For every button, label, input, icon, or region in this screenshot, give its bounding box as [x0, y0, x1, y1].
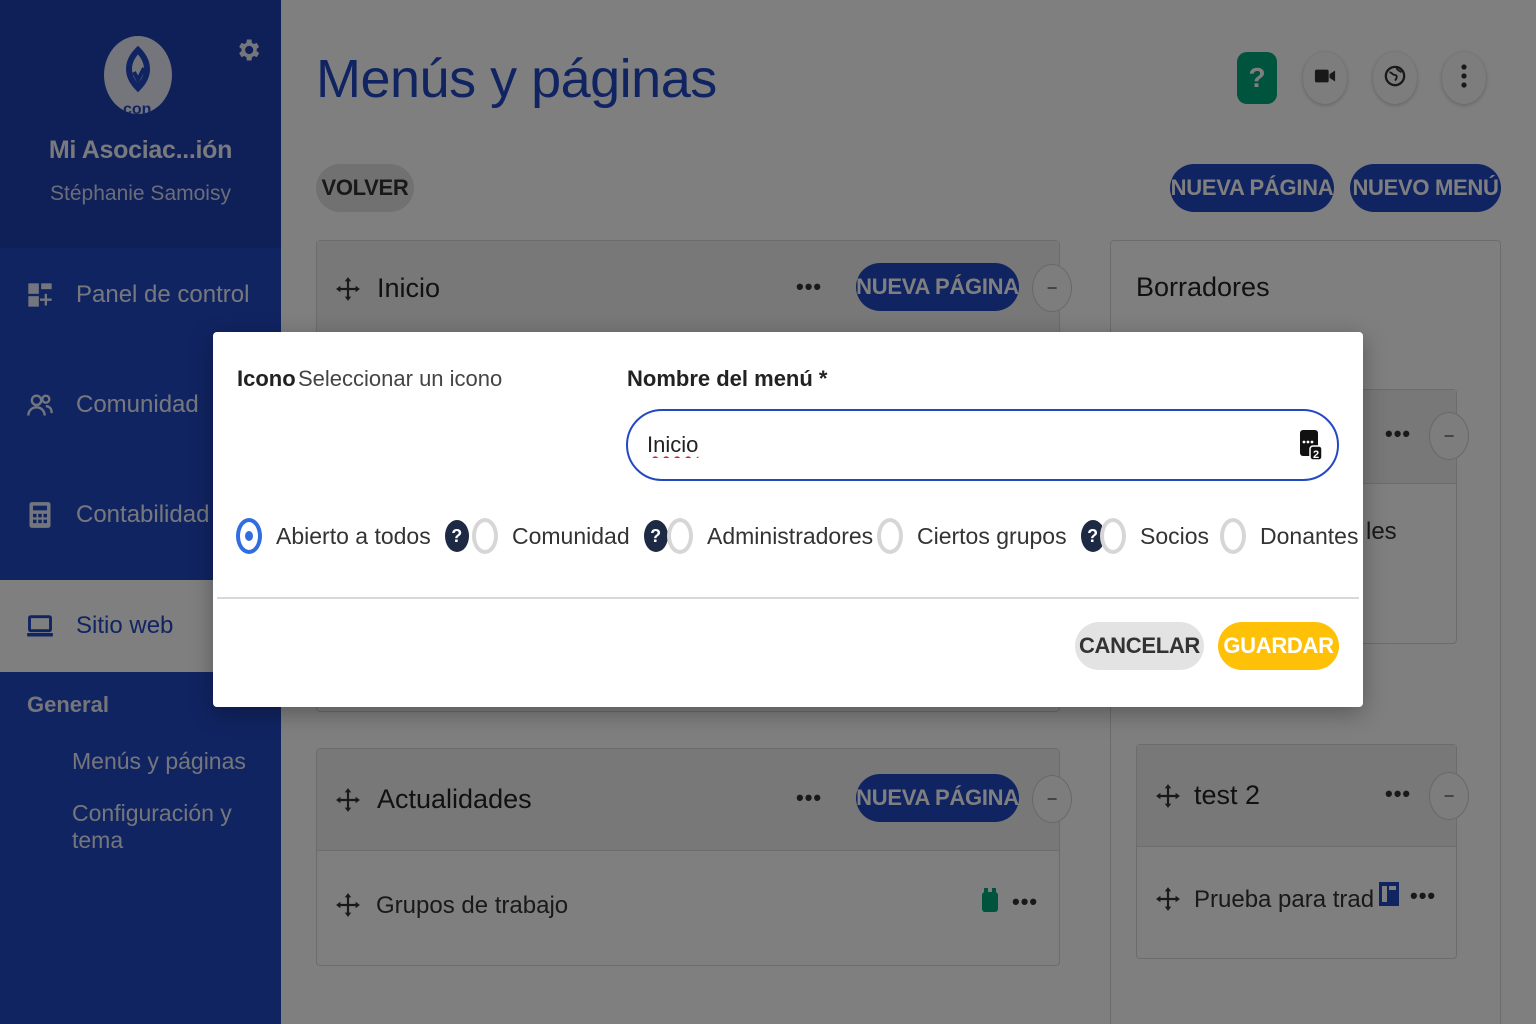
radio-label: Donantes: [1260, 522, 1359, 549]
svg-text:2: 2: [1313, 449, 1319, 461]
menu-name-input[interactable]: [626, 409, 1339, 481]
radio-circle[interactable]: [236, 518, 262, 554]
radio-circle[interactable]: [1220, 518, 1246, 554]
radio-label: Abierto a todos: [276, 522, 431, 549]
icon-label: Icono: [237, 366, 296, 391]
radio-label: Socios: [1140, 522, 1210, 549]
dialog-divider: [217, 597, 1359, 599]
help-question-icon[interactable]: ?: [444, 520, 469, 552]
radio-members[interactable]: Socios: [1100, 516, 1209, 556]
radio-donors[interactable]: Donantes: [1220, 516, 1358, 556]
help-question-icon[interactable]: ?: [643, 520, 668, 552]
select-icon-link[interactable]: Seleccionar un icono: [298, 366, 502, 392]
radio-circle[interactable]: [1100, 518, 1126, 554]
menu-name-label: Nombre del menú *: [627, 366, 828, 391]
radio-circle[interactable]: [667, 518, 693, 554]
radio-circle[interactable]: [472, 518, 498, 554]
edit-menu-dialog: Icono Seleccionar un icono Nombre del me…: [213, 332, 1363, 707]
visibility-radio-group: Abierto a todos ? Comunidad ? Administra…: [236, 516, 1358, 556]
radio-label: Administradores: [707, 522, 874, 549]
radio-label: Ciertos grupos: [917, 522, 1067, 549]
radio-label: Comunidad: [512, 522, 630, 549]
radio-open-to-all[interactable]: Abierto a todos ?: [236, 516, 469, 556]
password-manager-icon[interactable]: 2: [1298, 428, 1324, 462]
radio-circle[interactable]: [877, 518, 903, 554]
radio-community[interactable]: Comunidad ?: [472, 516, 668, 556]
cancel-button[interactable]: CANCELAR: [1075, 622, 1204, 670]
radio-certain-groups[interactable]: Ciertos grupos ?: [877, 516, 1105, 556]
radio-administrators[interactable]: Administradores: [667, 516, 873, 556]
save-button[interactable]: GUARDAR: [1218, 622, 1339, 670]
